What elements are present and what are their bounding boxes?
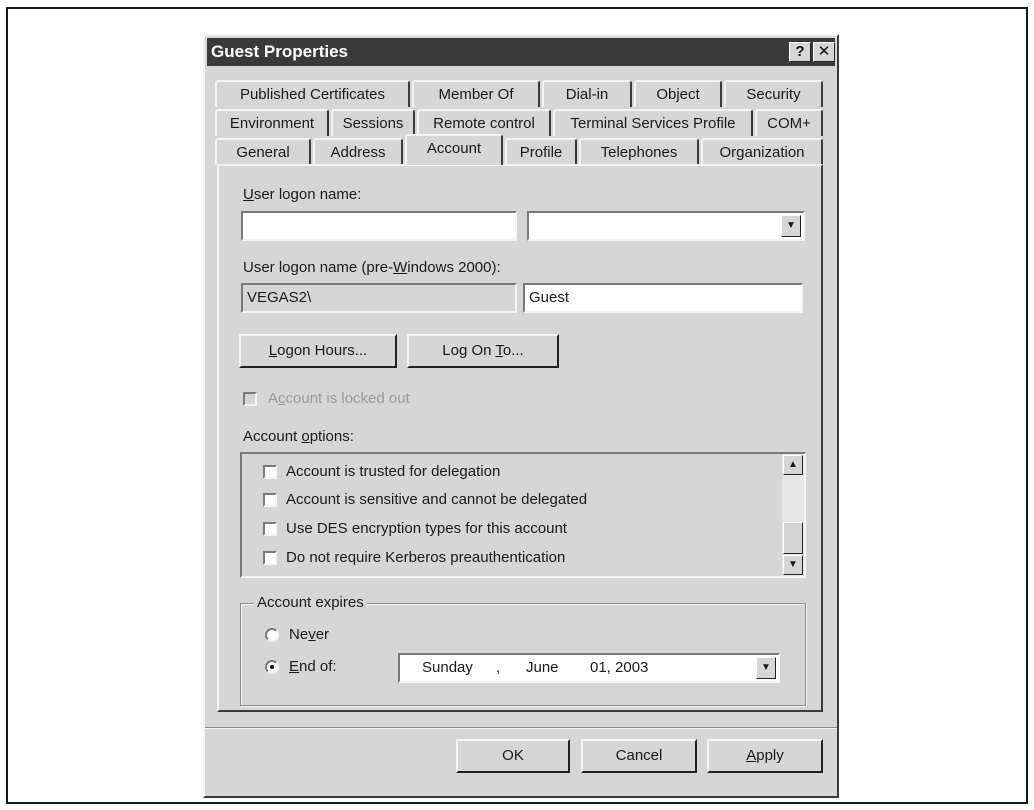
locked-out-label: Account is locked out [268, 390, 410, 407]
tab-telephones[interactable]: Telephones [579, 138, 699, 165]
tab-terminal-services-profile[interactable]: Terminal Services Profile [553, 109, 753, 136]
locked-out-checkbox[interactable] [243, 392, 257, 406]
never-label: Never [289, 626, 330, 643]
user-logon-name-label: User logon name: [243, 186, 362, 203]
title-bar[interactable]: Guest Properties ? ✕ [207, 38, 835, 66]
scroll-thumb[interactable] [783, 522, 803, 554]
tab-security[interactable]: Security [724, 80, 823, 107]
tab-general[interactable]: General [215, 138, 311, 165]
arrow-down-icon[interactable]: ▼ [783, 555, 803, 575]
option-label: Use DES encryption types for this accoun… [286, 520, 567, 537]
option-checkbox-trusted-delegation[interactable] [263, 465, 277, 479]
upn-suffix-dropdown[interactable]: ▼ [527, 211, 805, 241]
end-of-radio[interactable] [265, 660, 279, 674]
options-scrollbar[interactable]: ▲ ▼ [782, 454, 804, 576]
tab-remote-control[interactable]: Remote control [417, 109, 551, 136]
chevron-down-icon[interactable]: ▼ [781, 215, 801, 237]
footer-separator [205, 727, 837, 729]
date-separator: , [496, 659, 501, 676]
option-label: Do not require Kerberos preauthenticatio… [286, 549, 566, 566]
question-icon: ? [795, 43, 805, 60]
close-icon: ✕ [817, 43, 831, 60]
option-checkbox-des-encryption[interactable] [263, 522, 277, 536]
dialog-title: Guest Properties [211, 42, 348, 61]
tab-com-plus[interactable]: COM+ [755, 109, 823, 136]
date-month: June [526, 659, 559, 676]
pre-windows-2000-label: User logon name (pre-Windows 2000): [243, 259, 501, 276]
account-expires-label: Account expires [254, 594, 367, 611]
option-label: Account is trusted for delegation [286, 463, 501, 480]
date-day-year: 01, 2003 [590, 659, 649, 676]
tab-environment[interactable]: Environment [215, 109, 329, 136]
ok-button[interactable]: OK [456, 739, 570, 773]
option-checkbox-sensitive[interactable] [263, 493, 277, 507]
end-of-label: End of: [289, 658, 337, 675]
expiry-date-picker[interactable]: Sunday , June 01, 2003 ▼ [398, 653, 780, 683]
tab-object[interactable]: Object [634, 80, 722, 107]
apply-button[interactable]: Apply [707, 739, 823, 773]
pre2000-domain-field: VEGAS2\ [241, 283, 517, 313]
tab-organization[interactable]: Organization [701, 138, 823, 165]
tab-published-certificates[interactable]: Published Certificates [215, 80, 410, 107]
arrow-up-icon[interactable]: ▲ [783, 455, 803, 475]
log-on-to-button[interactable]: Log On To... [407, 334, 559, 368]
tab-address[interactable]: Address [313, 138, 403, 165]
close-button[interactable]: ✕ [813, 42, 835, 62]
tab-account[interactable]: Account [405, 134, 503, 165]
cancel-button[interactable]: Cancel [581, 739, 697, 773]
account-options-label: Account options: [243, 428, 354, 445]
never-radio[interactable] [265, 628, 279, 642]
option-label: Account is sensitive and cannot be deleg… [286, 491, 588, 508]
logon-hours-button[interactable]: Logon Hours... [239, 334, 397, 368]
option-checkbox-no-kerberos-preauth[interactable] [263, 551, 277, 565]
date-day: Sunday [422, 659, 473, 676]
user-logon-name-input[interactable] [241, 211, 517, 241]
tab-member-of[interactable]: Member Of [412, 80, 540, 107]
tab-dial-in[interactable]: Dial-in [542, 80, 632, 107]
pre2000-username-input[interactable]: Guest [523, 283, 803, 313]
chevron-down-icon[interactable]: ▼ [756, 657, 776, 679]
tab-profile[interactable]: Profile [505, 138, 577, 165]
tab-sessions[interactable]: Sessions [331, 109, 415, 136]
help-button[interactable]: ? [789, 42, 811, 62]
